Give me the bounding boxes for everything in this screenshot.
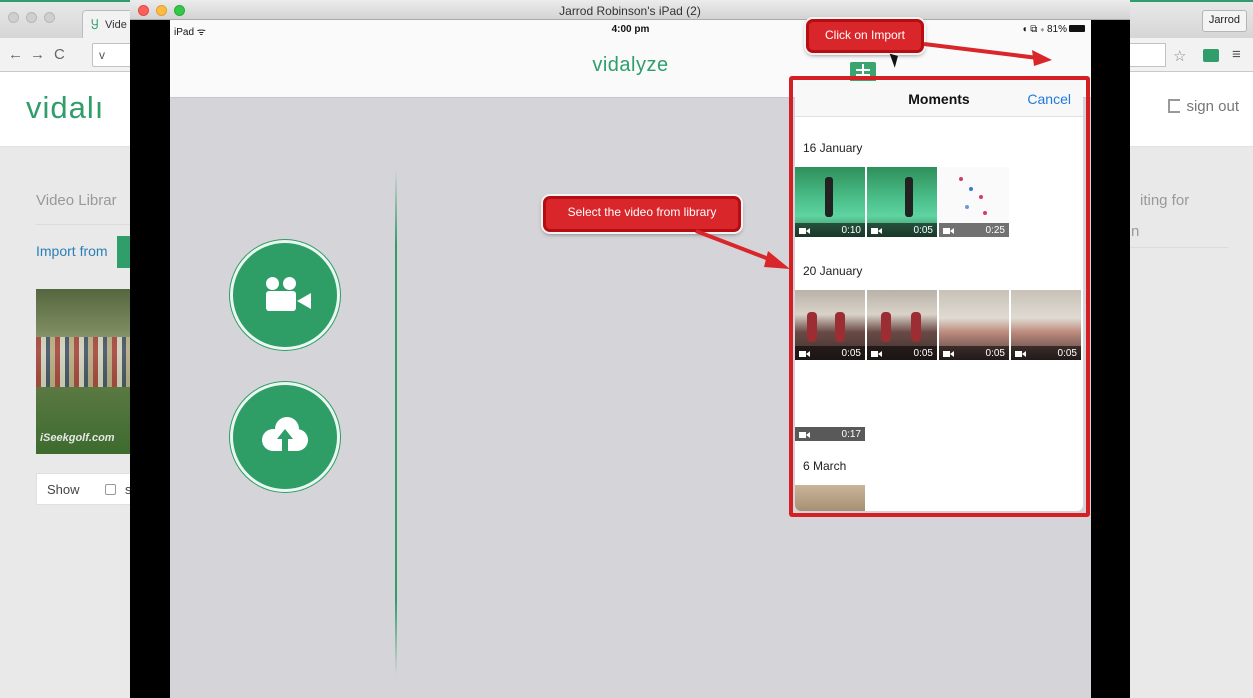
video-camera-icon	[266, 291, 296, 311]
video-camera-icon	[266, 277, 279, 290]
address-bar-end[interactable]	[1126, 43, 1166, 67]
waiting-heading: iting for	[1140, 192, 1190, 209]
waiting-subtext: n	[1131, 223, 1140, 240]
show-checkbox[interactable]	[105, 484, 116, 495]
zoom-window-button[interactable]	[44, 12, 55, 23]
reload-icon[interactable]: C	[54, 46, 65, 63]
forward-arrow-icon[interactable]: →	[30, 46, 45, 63]
thumbnail-crowd	[36, 337, 132, 387]
sign-out-link[interactable]: sign out	[1168, 98, 1239, 115]
record-video-button[interactable]	[230, 240, 340, 350]
browser-tab-title: Vide	[105, 19, 127, 31]
upload-video-button[interactable]	[230, 382, 340, 492]
annotation-text: Click on Import	[824, 28, 906, 42]
back-arrow-icon[interactable]: ←	[8, 46, 23, 63]
vidalyze-logo[interactable]: vidalı	[26, 90, 104, 126]
cloud-upload-icon	[282, 439, 288, 451]
sign-out-icon	[1168, 99, 1181, 113]
arrow-head	[764, 251, 790, 269]
vidalyze-favicon-icon: Ⴘ	[91, 18, 99, 32]
bookmark-star-icon[interactable]: ☆	[1173, 47, 1186, 65]
chrome-menu-icon[interactable]: ≡	[1232, 46, 1241, 63]
divider	[1130, 247, 1228, 248]
minimize-window-button[interactable]	[26, 12, 37, 23]
mirror-window-title: Jarrod Robinson's iPad (2)	[559, 4, 701, 18]
video-camera-icon	[283, 277, 296, 290]
arrow-shaft	[695, 229, 775, 263]
annotation-text: Select the video from library	[567, 205, 717, 219]
video-thumbnail-golf[interactable]: iSeekgolf.com	[36, 289, 132, 454]
thumbnail-watermark: iSeekgolf.com	[40, 432, 115, 444]
arrow-head	[1032, 50, 1052, 66]
highlight-box	[789, 76, 1090, 517]
cloud-upload-icon	[277, 429, 293, 439]
video-camera-icon	[297, 293, 311, 309]
show-control[interactable]: Show s	[36, 473, 136, 505]
vertical-divider	[395, 170, 397, 675]
mirror-window-titlebar: Jarrod Robinson's iPad (2)	[130, 0, 1130, 20]
address-bar-text: v	[99, 48, 105, 62]
show-label: Show	[47, 482, 80, 497]
close-window-button[interactable]	[8, 12, 19, 23]
video-library-heading: Video Librar	[36, 192, 117, 209]
battery-icon	[1069, 25, 1085, 32]
annotation-arrow	[923, 42, 1052, 66]
profile-button[interactable]: Jarrod	[1201, 10, 1247, 32]
arrow-shaft	[923, 42, 1039, 60]
sign-out-label: sign out	[1186, 98, 1239, 115]
import-from-label: Import from	[36, 243, 108, 259]
extension-icon[interactable]	[1203, 49, 1219, 62]
annotation-arrow	[695, 229, 790, 269]
divider	[36, 224, 136, 225]
annotation-callout: Click on Import	[806, 19, 924, 53]
